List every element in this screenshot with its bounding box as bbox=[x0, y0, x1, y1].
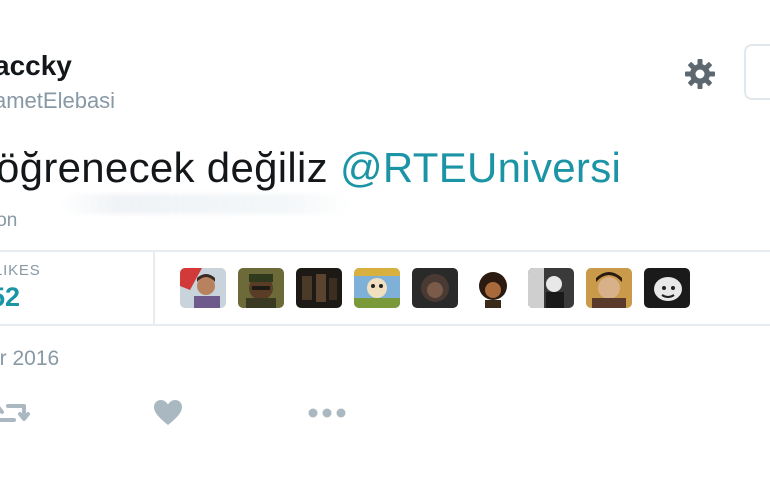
liker-avatar[interactable] bbox=[528, 268, 574, 308]
divider bbox=[0, 250, 770, 252]
follow-button[interactable] bbox=[744, 44, 770, 100]
liker-avatar[interactable] bbox=[238, 268, 284, 308]
retweet-icon bbox=[0, 404, 30, 422]
translate-link[interactable]: ion bbox=[0, 210, 17, 232]
liker-avatar[interactable] bbox=[296, 268, 342, 308]
divider bbox=[0, 324, 770, 326]
liker-avatar[interactable] bbox=[354, 268, 400, 308]
settings-button[interactable] bbox=[682, 56, 718, 92]
likes-count[interactable]: 52 bbox=[0, 282, 20, 313]
liker-avatar[interactable] bbox=[644, 268, 690, 308]
gear-icon bbox=[685, 59, 715, 89]
tweet-text-body: öğrenecek değiliz bbox=[0, 144, 340, 191]
mention-link[interactable]: @RTEUniversi bbox=[340, 144, 621, 191]
retweet-button[interactable] bbox=[0, 398, 32, 428]
liker-avatar[interactable] bbox=[586, 268, 632, 308]
more-button[interactable] bbox=[306, 398, 348, 428]
like-button[interactable] bbox=[152, 398, 184, 428]
tweet-card: accky ametElebasi öğrenecek değiliz @RTE… bbox=[0, 0, 770, 485]
more-icon bbox=[308, 408, 346, 418]
user-handle[interactable]: ametElebasi bbox=[0, 88, 115, 114]
liker-avatar[interactable] bbox=[470, 268, 516, 308]
blurred-text bbox=[60, 194, 350, 214]
likes-label: LIKES bbox=[0, 262, 41, 279]
stats-divider bbox=[153, 252, 155, 324]
tweet-text: öğrenecek değiliz @RTEUniversi bbox=[0, 144, 621, 192]
display-name[interactable]: accky bbox=[0, 50, 72, 82]
heart-icon bbox=[154, 400, 182, 425]
tweet-date[interactable]: or 2016 bbox=[0, 347, 59, 371]
liker-avatar[interactable] bbox=[412, 268, 458, 308]
liker-avatar[interactable] bbox=[180, 268, 226, 308]
